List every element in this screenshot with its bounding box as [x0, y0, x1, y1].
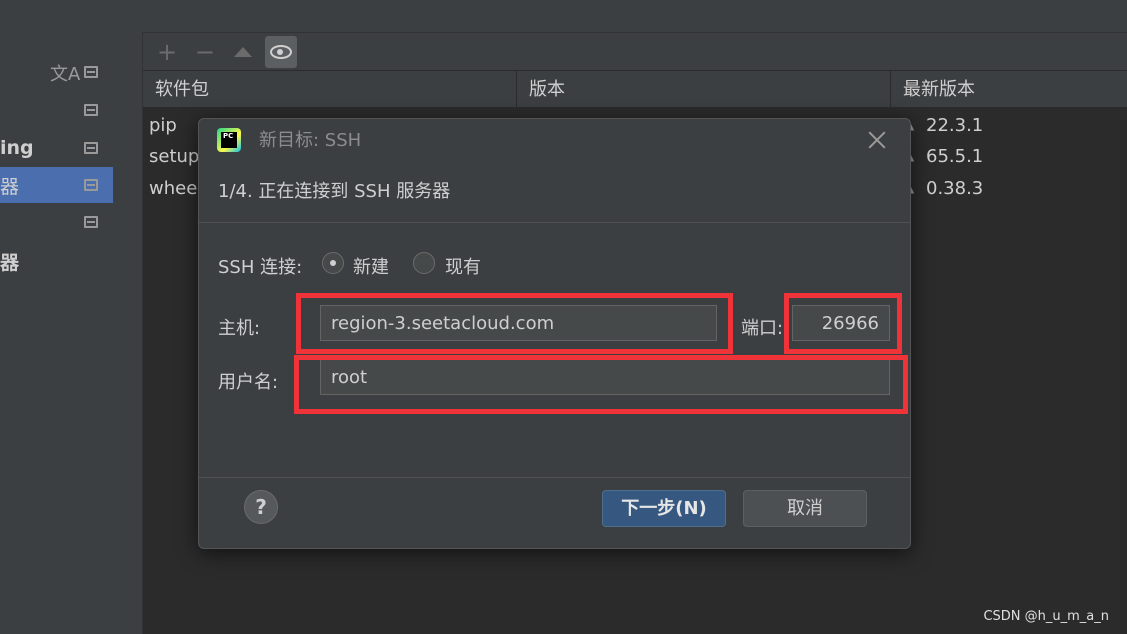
dialog-titlebar: PC 新目标: SSH [199, 119, 910, 163]
sidebar-item[interactable] [0, 92, 113, 128]
package-name: wheel [149, 178, 203, 199]
radio-new-label[interactable]: 新建 [353, 253, 389, 279]
annotation-box-host [296, 293, 733, 354]
sidebar-item-interpreter[interactable]: 器 [0, 167, 113, 203]
packages-table-header: 软件包 版本 最新版本 [143, 70, 1127, 109]
radio-existing-connection[interactable] [413, 252, 435, 274]
annotation-box-port [784, 293, 902, 354]
column-header-latest[interactable]: 最新版本 [891, 71, 1127, 109]
packages-toolbar: + − [143, 33, 1127, 70]
project-scope-icon [84, 142, 98, 154]
column-header-package[interactable]: 软件包 [143, 71, 517, 109]
settings-sidebar: 文A ing 器 器 [0, 0, 113, 634]
column-header-version[interactable]: 版本 [517, 71, 891, 109]
annotation-box-username [294, 355, 908, 414]
sidebar-item[interactable] [0, 204, 113, 240]
sidebar-item-label: 器 [0, 175, 20, 198]
project-scope-icon [84, 66, 98, 78]
sidebar-section[interactable]: 器 [0, 243, 113, 279]
minus-icon: − [194, 37, 216, 66]
package-name: pip [149, 115, 177, 136]
project-scope-icon [84, 216, 98, 228]
plus-icon: + [156, 37, 178, 66]
sidebar-item[interactable]: ing [0, 130, 113, 166]
upgrade-package-button[interactable] [227, 36, 259, 68]
next-button[interactable]: 下一步(N) [602, 490, 726, 527]
pycharm-logo-text: PC [221, 132, 237, 148]
close-icon[interactable] [866, 129, 888, 151]
pycharm-logo-icon: PC [217, 128, 241, 152]
cancel-button[interactable]: 取消 [743, 490, 867, 527]
username-label: 用户名: [218, 372, 279, 393]
port-label: 端口: [741, 318, 784, 339]
sidebar-item[interactable] [0, 54, 113, 90]
watermark: CSDN @h_u_m_a_n [983, 609, 1109, 624]
package-latest: 22.3.1 [926, 115, 984, 136]
upgrade-icon [234, 46, 252, 57]
divider [199, 477, 910, 478]
ssh-connection-label: SSH 连接: [218, 257, 303, 278]
sidebar-section-label: 器 [0, 251, 20, 274]
radio-new-connection[interactable] [322, 252, 344, 274]
add-package-button[interactable]: + [151, 36, 183, 68]
divider [199, 222, 910, 223]
help-button[interactable]: ? [244, 490, 278, 524]
sidebar-item-label: ing [0, 137, 34, 159]
radio-existing-label[interactable]: 现有 [445, 253, 481, 279]
dialog-title: 新目标: SSH [259, 130, 362, 151]
eye-icon [270, 44, 292, 59]
show-early-releases-button[interactable] [265, 35, 297, 68]
package-latest: 65.5.1 [926, 146, 984, 167]
package-latest: 0.38.3 [926, 178, 984, 199]
step-title: 1/4. 正在连接到 SSH 服务器 [218, 181, 451, 202]
project-scope-icon [84, 104, 98, 116]
project-scope-icon [84, 179, 98, 191]
host-label: 主机: [218, 318, 261, 339]
remove-package-button[interactable]: − [189, 36, 221, 68]
